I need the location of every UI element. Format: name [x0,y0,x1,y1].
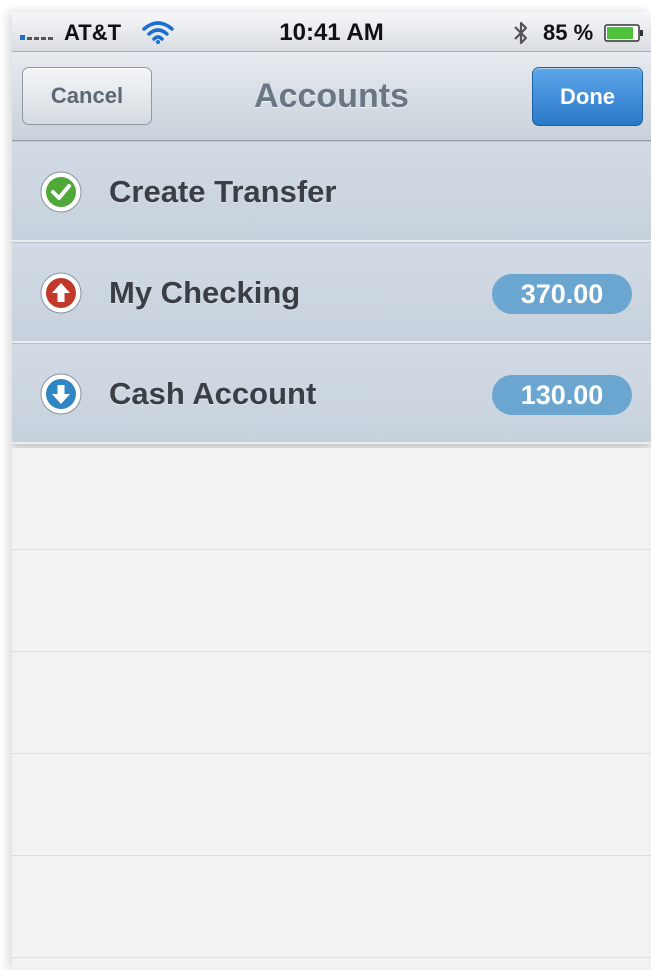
account-list: Create Transfer My Checking 370.00 Cash … [12,141,651,444]
arrow-down-circle-icon [40,373,82,415]
row-label: My Checking [109,275,301,310]
balance-badge: 370.00 [492,274,632,314]
done-button[interactable]: Done [532,67,643,126]
battery-icon [604,24,643,42]
app-screen: AT&T 10:41 AM 85 % Cancel Accounts Done [12,12,651,970]
cash-account-row[interactable]: Cash Account 130.00 [12,343,651,444]
divider [12,549,651,550]
my-checking-row[interactable]: My Checking 370.00 [12,242,651,343]
status-bar: AT&T 10:41 AM 85 % [12,12,651,52]
check-circle-icon [40,171,82,213]
bluetooth-icon [514,21,528,45]
divider [12,753,651,754]
balance-badge: 130.00 [492,375,632,415]
divider [12,651,651,652]
row-label: Cash Account [109,376,317,411]
divider [12,855,651,856]
empty-list-area [12,448,651,970]
row-label: Create Transfer [109,174,337,209]
divider [12,957,651,958]
create-transfer-row[interactable]: Create Transfer [12,141,651,242]
navigation-bar: Cancel Accounts Done [12,52,651,141]
arrow-up-circle-icon [40,272,82,314]
battery-percent: 85 % [543,20,594,45]
